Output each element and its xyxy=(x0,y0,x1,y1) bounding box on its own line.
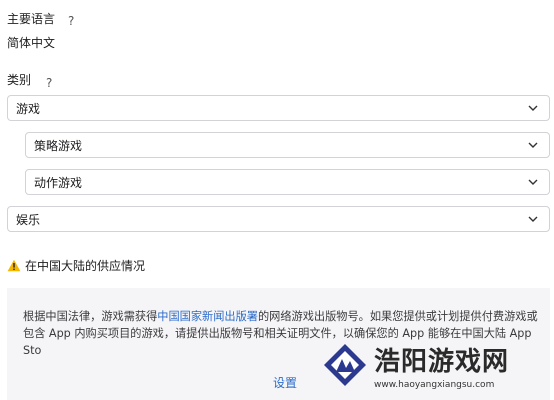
chevron-down-icon xyxy=(528,105,538,111)
secondary-category-select[interactable]: 娱乐 xyxy=(7,206,550,232)
chevron-down-icon xyxy=(528,179,538,185)
primary-language-value: 简体中文 xyxy=(7,36,56,50)
secondary-category-value: 娱乐 xyxy=(16,212,41,227)
primary-category-select[interactable]: 游戏 xyxy=(7,95,550,121)
watermark-title: 浩阳游戏网 xyxy=(374,346,510,377)
watermark-url: www.haoyangxiangsu.com xyxy=(374,379,495,390)
press-admin-link[interactable]: 中国国家新闻出版署 xyxy=(157,310,258,323)
subcategory-2-select[interactable]: 动作游戏 xyxy=(25,169,550,195)
subcategory-1-value: 策略游戏 xyxy=(34,138,83,153)
availability-title: 在中国大陆的供应情况 xyxy=(25,259,146,273)
watermark-logo-icon xyxy=(324,344,366,386)
subcategory-2-value: 动作游戏 xyxy=(34,175,83,190)
chevron-down-icon xyxy=(528,216,538,222)
chevron-down-icon xyxy=(528,142,538,148)
category-label: 类别 xyxy=(7,73,32,87)
subcategory-1-select[interactable]: 策略游戏 xyxy=(25,132,550,158)
primary-language-help-icon[interactable]: ? xyxy=(68,14,74,28)
primary-language-label: 主要语言 xyxy=(7,12,56,26)
notice-part-1: 根据中国法律，游戏需获得 xyxy=(23,310,158,323)
watermark: 浩阳游戏网 www.haoyangxiangsu.com xyxy=(322,330,554,400)
warning-icon xyxy=(7,259,21,272)
category-help-icon[interactable]: ? xyxy=(46,76,52,90)
primary-category-value: 游戏 xyxy=(16,101,41,116)
settings-link[interactable]: 设置 xyxy=(273,374,297,391)
watermark-text: 浩阳游戏网 www.haoyangxiangsu.com xyxy=(374,341,509,390)
availability-heading: 在中国大陆的供应情况 xyxy=(7,257,145,274)
